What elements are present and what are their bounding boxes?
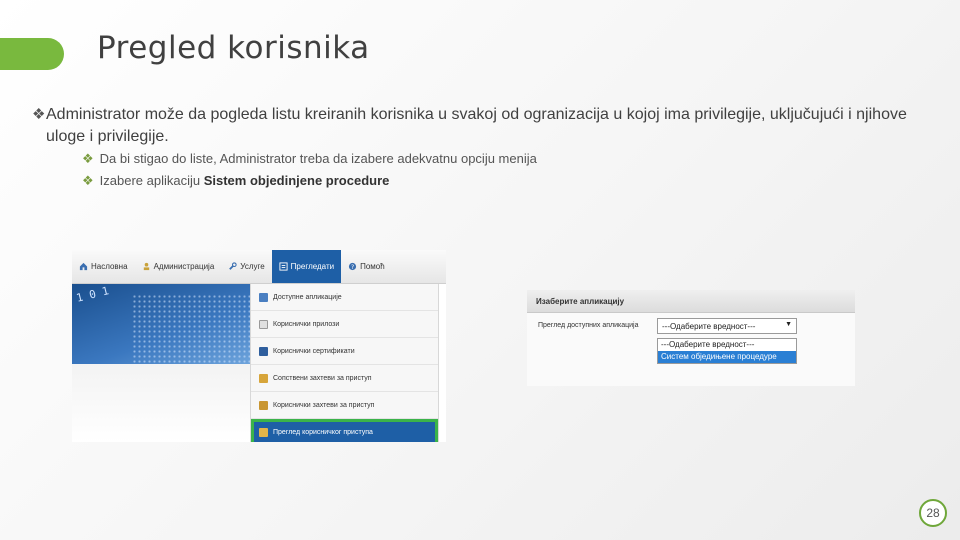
sub-bullet-text: Da bi stigao do liste, Administrator tre…: [99, 151, 537, 166]
lock-icon: [259, 373, 268, 383]
access-icon: [259, 427, 268, 437]
nav-item-label: Администрација: [153, 262, 215, 271]
top-navbar: Насловна Администрација Услуге Прегледат…: [72, 250, 446, 284]
nav-item-help[interactable]: ? Помоћ: [341, 250, 392, 283]
menu-item-own-access-requests[interactable]: Сопствени захтеви за приступ: [251, 365, 438, 392]
nav-item-label: Услуге: [240, 262, 265, 271]
panel-title: Изаберите апликацију: [527, 290, 855, 313]
sub-bullet-2: ❖ Izabere aplikaciju Sistem objedinjene p…: [82, 173, 389, 189]
diamond-bullet-icon: ❖: [32, 106, 46, 123]
nav-item-label: Помоћ: [360, 262, 385, 271]
dropdown-arrow-icon: ▼: [785, 321, 792, 328]
menu-item-label: Кориснички прилози: [273, 320, 340, 328]
header-banner: 1 0 1: [72, 284, 252, 364]
sub-bullet-text: Izabere aplikaciju: [99, 173, 204, 188]
menu-item-user-certificates[interactable]: Кориснички сертификати: [251, 338, 438, 365]
option-unified-procedure-system[interactable]: Систем обједињене процедуре: [658, 351, 796, 363]
nav-item-administration[interactable]: Администрација: [135, 250, 222, 283]
wrench-icon: [228, 262, 237, 271]
menu-item-label: Кориснички захтеви за приступ: [273, 401, 375, 409]
slide-title: Pregled korisnika: [97, 30, 370, 66]
main-bullet-text: Administrator može da pogleda listu krei…: [46, 106, 907, 145]
banner-pattern: [132, 294, 252, 364]
nav-item-browse[interactable]: Прегледати: [271, 250, 342, 283]
menu-item-label: Преглед корисничког приступа: [273, 428, 373, 436]
option-placeholder[interactable]: ---Одаберите вредност---: [658, 339, 796, 351]
nav-item-label: Насловна: [91, 262, 128, 271]
list-icon: [279, 262, 288, 271]
menu-item-user-access-requests[interactable]: Кориснички захтеви за приступ: [251, 392, 438, 419]
page-number: 28: [919, 499, 947, 527]
banner-background: [72, 364, 252, 442]
apps-icon: [259, 292, 268, 302]
nav-item-label: Прегледати: [290, 262, 335, 271]
sub-bullet-bold-text: Sistem objedinjene procedure: [203, 173, 390, 188]
diamond-bullet-icon: ❖: [82, 173, 94, 188]
available-apps-label: Преглед доступних апликација: [538, 322, 639, 329]
user-lock-icon: [259, 400, 268, 410]
menu-item-available-apps[interactable]: Доступне апликације: [251, 284, 438, 311]
menu-item-label: Кориснички сертификати: [273, 347, 355, 355]
svg-text:?: ?: [351, 264, 354, 271]
application-select[interactable]: ---Одаберите вредност--- ▼: [657, 318, 797, 334]
sub-bullet-1: ❖ Da bi stigao do liste, Administrator tr…: [82, 151, 537, 167]
title-accent-bar: [0, 38, 64, 70]
admin-icon: [142, 262, 151, 271]
menu-item-user-access-overview[interactable]: Преглед корисничког приступа: [251, 419, 438, 442]
menu-item-label: Сопствени захтеви за приступ: [273, 374, 372, 382]
select-value: ---Одаберите вредност---: [662, 321, 756, 331]
home-icon: [79, 262, 88, 271]
diamond-bullet-icon: ❖: [82, 151, 94, 166]
browse-dropdown-menu: Доступне апликације Кориснички прилози К…: [250, 284, 439, 442]
banner-digits: 1 0 1: [74, 284, 111, 305]
menu-item-label: Доступне апликације: [273, 293, 342, 301]
app-select-screenshot: Изаберите апликацију Преглед доступних а…: [527, 290, 855, 386]
certificate-icon: [259, 346, 268, 356]
nav-item-home[interactable]: Насловна: [72, 250, 135, 283]
main-bullet: ❖ Administrator može da pogleda listu kr…: [32, 104, 912, 148]
menu-screenshot: Насловна Администрација Услуге Прегледат…: [72, 250, 446, 442]
help-icon: ?: [348, 262, 357, 271]
menu-item-user-attachments[interactable]: Кориснички прилози: [251, 311, 438, 338]
document-icon: [259, 319, 268, 329]
application-options-list: ---Одаберите вредност--- Систем обједиње…: [657, 338, 797, 364]
nav-item-services[interactable]: Услуге: [221, 250, 271, 283]
